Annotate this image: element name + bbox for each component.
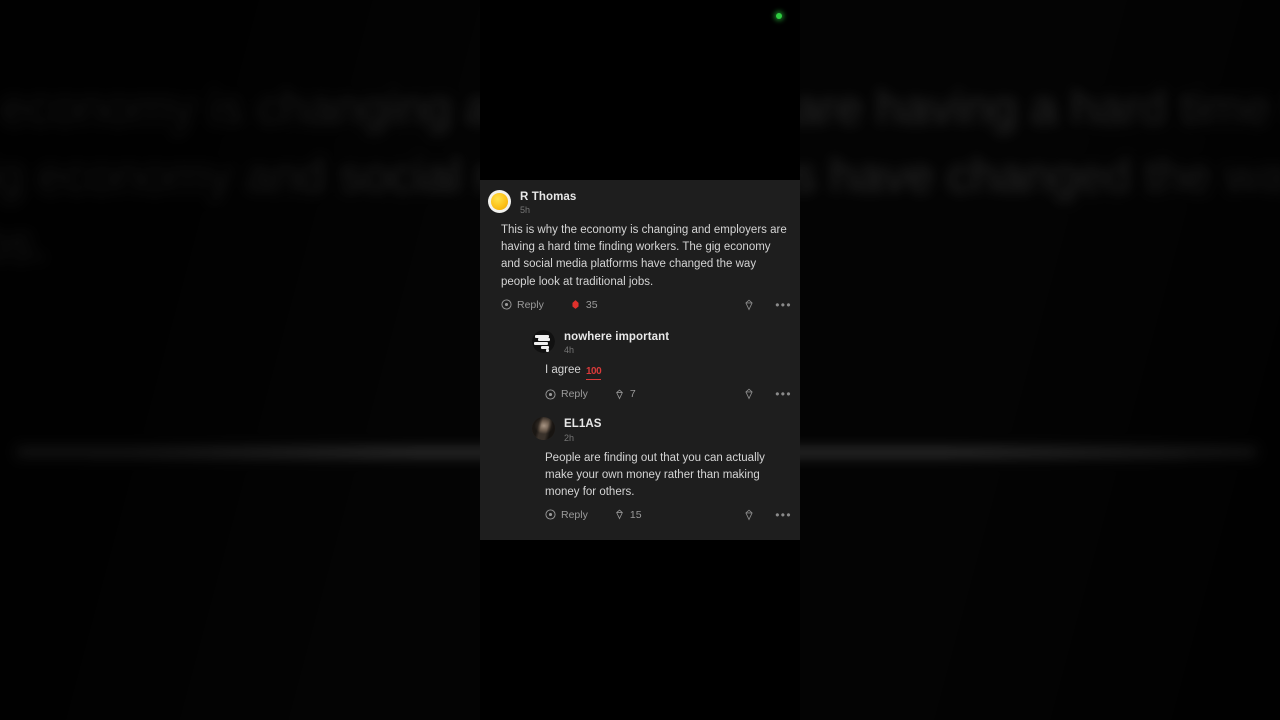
more-options-button[interactable]: ••• xyxy=(775,299,792,311)
ellipsis-icon: ••• xyxy=(775,387,792,402)
upvote-button[interactable] xyxy=(743,299,755,311)
comment-timestamp: 2h xyxy=(564,432,575,443)
avatar[interactable] xyxy=(488,190,511,213)
comment-action-row: Reply 35 ••• xyxy=(488,299,792,311)
reply-label: Reply xyxy=(561,508,588,521)
comment-action-row: Reply 15 ••• xyxy=(532,509,792,521)
comment-reply[interactable]: nowhere important 4h I agree 100 Reply 7… xyxy=(480,329,800,400)
reply-icon xyxy=(501,299,512,310)
diamond-outline-icon xyxy=(743,388,755,400)
upvote-button[interactable] xyxy=(743,509,755,521)
like-count: 7 xyxy=(629,388,636,401)
diamond-outline-icon xyxy=(743,299,755,311)
comment-root[interactable]: R Thomas 5h This is why the economy is c… xyxy=(480,180,800,311)
comment-header: nowhere important 4h xyxy=(532,329,792,355)
comment-thread-panel: R Thomas 5h This is why the economy is c… xyxy=(480,180,800,540)
left-letterbox-shade xyxy=(0,0,480,720)
avatar[interactable] xyxy=(532,329,555,353)
panel-bottom-bar xyxy=(480,540,800,720)
avatar[interactable] xyxy=(532,417,555,441)
screen-root: R Thomas 5h This is why the economy is c… xyxy=(0,0,1280,720)
comment-text-content: I agree xyxy=(545,363,584,376)
reply-button[interactable]: Reply xyxy=(501,299,544,311)
reply-label: Reply xyxy=(517,298,544,311)
more-options-button[interactable]: ••• xyxy=(775,388,792,400)
like-count: 35 xyxy=(585,298,598,311)
reply-button[interactable]: Reply xyxy=(545,388,588,400)
reply-icon xyxy=(545,509,556,520)
comment-text: I agree 100 xyxy=(532,362,792,381)
comment-timestamp: 4h xyxy=(564,344,575,355)
upvote-button[interactable] xyxy=(743,388,755,400)
comment-action-row: Reply 7 ••• xyxy=(532,388,792,400)
reply-button[interactable]: Reply xyxy=(545,509,588,521)
comment-reply[interactable]: EL1AS 2h People are finding out that you… xyxy=(480,417,800,521)
comment-text: This is why the economy is changing and … xyxy=(501,224,787,288)
red-heart-icon xyxy=(570,299,581,310)
comment-header: EL1AS 2h xyxy=(532,417,792,442)
like-count: 15 xyxy=(629,508,642,521)
comment-timestamp: 5h xyxy=(520,205,531,216)
more-options-button[interactable]: ••• xyxy=(775,509,792,521)
ellipsis-icon: ••• xyxy=(775,507,792,522)
diamond-outline-icon xyxy=(614,389,625,400)
like-button[interactable]: 15 xyxy=(614,509,642,521)
diamond-outline-icon xyxy=(743,509,755,521)
comment-header: R Thomas 5h xyxy=(488,190,792,215)
diamond-outline-icon xyxy=(614,509,625,520)
comment-author[interactable]: EL1AS xyxy=(564,418,602,431)
comment-author[interactable]: R Thomas xyxy=(520,191,576,204)
hundred-points-emoji: 100 xyxy=(586,365,602,381)
ellipsis-icon: ••• xyxy=(775,297,792,312)
like-button[interactable]: 35 xyxy=(570,299,598,311)
recording-indicator-dot xyxy=(776,13,782,19)
like-button[interactable]: 7 xyxy=(614,388,636,400)
panel-top-bar xyxy=(480,0,800,180)
right-letterbox-shade xyxy=(800,0,1280,720)
reply-label: Reply xyxy=(561,388,588,401)
comment-text: People are finding out that you can actu… xyxy=(545,451,765,498)
comment-meta: EL1AS 2h xyxy=(564,417,602,442)
comment-author[interactable]: nowhere important xyxy=(564,331,669,344)
comment-meta: R Thomas 5h xyxy=(520,190,576,215)
reply-icon xyxy=(545,389,556,400)
comment-meta: nowhere important 4h xyxy=(564,330,669,355)
